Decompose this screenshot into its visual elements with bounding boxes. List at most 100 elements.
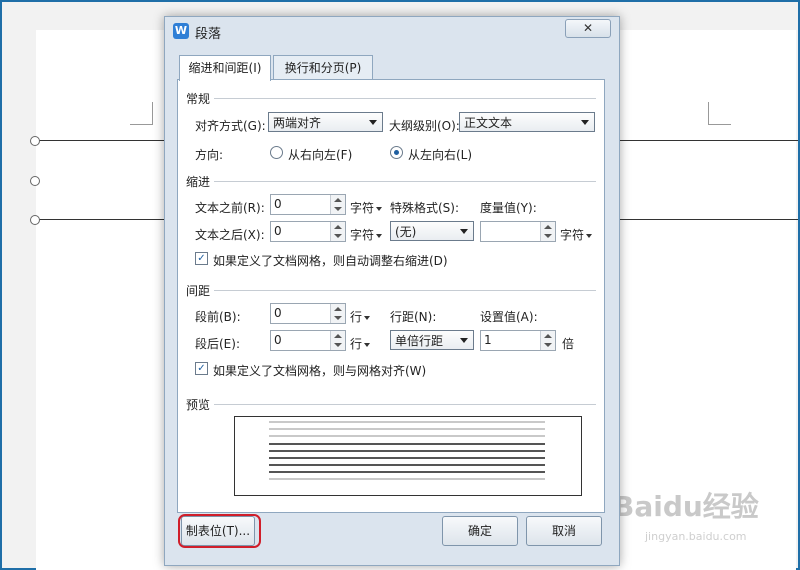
rtl-radio[interactable] (270, 146, 283, 159)
indent-after-label: 文本之后(X): (195, 228, 265, 242)
spin-down-icon[interactable] (334, 316, 342, 320)
spin-up-icon[interactable] (334, 307, 342, 311)
indent-before-unit[interactable]: 字符 (350, 199, 383, 216)
spinner-buttons[interactable] (330, 195, 345, 214)
spin-up-icon[interactable] (334, 198, 342, 202)
spin-up-icon[interactable] (334, 225, 342, 229)
alignment-value: 两端对齐 (273, 116, 322, 130)
snap-grid-label[interactable]: 如果定义了文档网格，则与网格对齐(W) (213, 362, 426, 379)
resize-handle[interactable] (30, 136, 40, 146)
unit-dropdown-icon (364, 315, 371, 320)
space-before-input[interactable]: 0 (270, 303, 346, 324)
indent-after-input[interactable]: 0 (270, 221, 346, 242)
section-title-general: 常规 (186, 92, 211, 106)
unit-dropdown-icon (364, 342, 371, 347)
spin-up-icon[interactable] (544, 225, 552, 229)
indent-before-value: 0 (274, 197, 282, 211)
rtl-label[interactable]: 从右向左(F) (288, 146, 352, 163)
indent-before-label: 文本之前(R): (195, 201, 265, 215)
tab-indent-spacing[interactable]: 缩进和间距(I) (179, 55, 271, 81)
outline-level-label: 大纲级别(O): (389, 119, 460, 133)
setting-value: 1 (484, 333, 492, 347)
line-spacing-value: 单倍行距 (395, 334, 444, 348)
divider (214, 404, 596, 405)
spinner-buttons[interactable] (540, 331, 555, 350)
paragraph-dialog: W 段落 ✕ 缩进和间距(I) 换行和分页(P) 常规 对齐方式(G): 两端对… (164, 16, 620, 566)
spin-up-icon[interactable] (334, 334, 342, 338)
divider (214, 290, 596, 291)
space-after-value: 0 (274, 333, 282, 347)
table-border-line (34, 140, 164, 141)
unit-dropdown-icon (376, 206, 383, 211)
spinner-buttons[interactable] (330, 331, 345, 350)
spin-down-icon[interactable] (544, 234, 552, 238)
auto-adjust-label[interactable]: 如果定义了文档网格，则自动调整右缩进(D) (213, 252, 448, 269)
table-border-line (34, 219, 164, 220)
spin-up-icon[interactable] (544, 334, 552, 338)
watermark-logo: Baidu经验 (613, 490, 759, 523)
setting-value-unit: 倍 (562, 337, 575, 351)
section-title-preview: 预览 (186, 398, 211, 412)
outline-level-select[interactable]: 正文文本 (459, 112, 595, 132)
close-icon: ✕ (582, 21, 594, 35)
preview-text-line (269, 443, 545, 445)
tab-line-page-breaks[interactable]: 换行和分页(P) (273, 55, 373, 80)
snap-grid-checkbox[interactable]: ✓ (195, 362, 208, 375)
spin-down-icon[interactable] (544, 343, 552, 347)
space-after-unit[interactable]: 行 (350, 335, 371, 352)
special-format-select[interactable]: (无) (390, 221, 474, 241)
tab-panel: 常规 对齐方式(G): 两端对齐 大纲级别(O): 正文文本 方向: 从右向左(… (177, 79, 605, 513)
indent-after-value: 0 (274, 224, 282, 238)
wps-writer-icon: W (173, 23, 189, 39)
cancel-button[interactable]: 取消 (526, 516, 602, 546)
spinner-buttons[interactable] (540, 222, 555, 241)
spin-down-icon[interactable] (334, 234, 342, 238)
measure-label: 度量值(Y): (480, 201, 537, 215)
resize-handle[interactable] (30, 215, 40, 225)
special-format-value: (无) (395, 225, 417, 239)
preview-area (234, 416, 582, 496)
spinner-buttons[interactable] (330, 304, 345, 323)
resize-handle[interactable] (30, 176, 40, 186)
preview-text-line (269, 421, 545, 423)
dialog-titlebar[interactable]: W 段落 ✕ (165, 17, 619, 45)
section-title-indent: 缩进 (186, 175, 211, 189)
setting-value-input[interactable]: 1 (480, 330, 556, 351)
dialog-title: 段落 (195, 27, 222, 42)
spin-down-icon[interactable] (334, 207, 342, 211)
preview-text-line (269, 457, 545, 459)
space-after-input[interactable]: 0 (270, 330, 346, 351)
close-button[interactable]: ✕ (565, 19, 611, 38)
setting-value-label: 设置值(A): (480, 310, 538, 324)
divider (214, 98, 596, 99)
special-format-label: 特殊格式(S): (390, 201, 460, 215)
measure-unit[interactable]: 字符 (560, 226, 593, 243)
indent-after-unit[interactable]: 字符 (350, 226, 383, 243)
crop-mark (708, 102, 731, 125)
spinner-buttons[interactable] (330, 222, 345, 241)
highlight-circle (178, 514, 261, 548)
dropdown-arrow-icon (369, 120, 377, 125)
indent-before-input[interactable]: 0 (270, 194, 346, 215)
unit-dropdown-icon (586, 233, 593, 238)
auto-adjust-checkbox[interactable]: ✓ (195, 252, 208, 265)
section-title-spacing: 间距 (186, 284, 211, 298)
alignment-select[interactable]: 两端对齐 (268, 112, 383, 132)
line-spacing-select[interactable]: 单倍行距 (390, 330, 474, 350)
outline-level-value: 正文文本 (464, 116, 513, 130)
ltr-label[interactable]: 从左向右(L) (408, 146, 472, 163)
preview-text-line (269, 464, 545, 466)
ok-button[interactable]: 确定 (442, 516, 518, 546)
ltr-radio[interactable] (390, 146, 403, 159)
preview-text-line (269, 428, 545, 430)
direction-label: 方向: (195, 148, 224, 162)
space-after-label: 段后(E): (195, 337, 240, 351)
space-before-unit[interactable]: 行 (350, 308, 371, 325)
measure-input[interactable] (480, 221, 556, 242)
preview-text-line (269, 450, 545, 452)
watermark-url: jingyan.baidu.com (645, 530, 747, 543)
spin-down-icon[interactable] (334, 343, 342, 347)
preview-text-line (269, 478, 545, 480)
crop-mark (130, 102, 153, 125)
preview-text-line (269, 435, 545, 437)
